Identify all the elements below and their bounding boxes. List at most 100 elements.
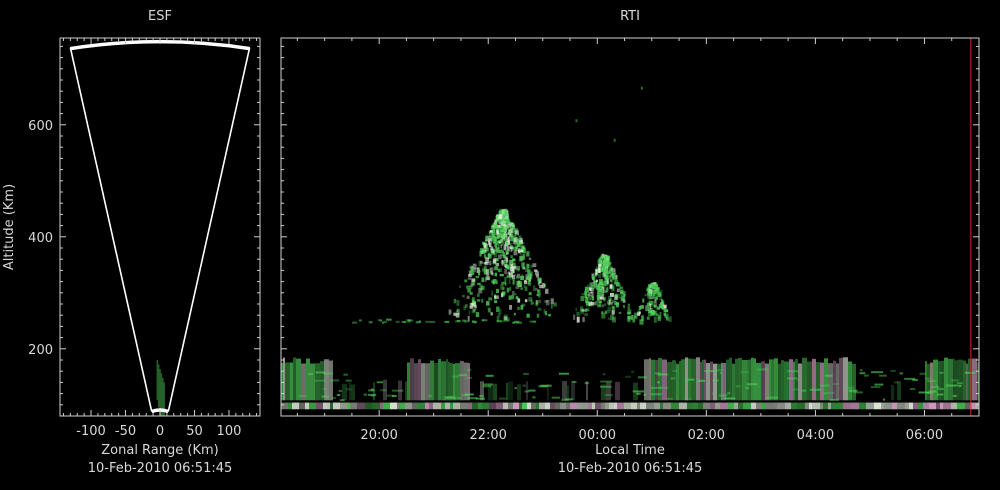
rti-plume-echo: [532, 263, 537, 268]
rti-echo-streak: [522, 384, 526, 387]
rti-echo-column: [774, 358, 778, 401]
rti-plume-echo: [537, 307, 542, 311]
rti-echo-column: [301, 363, 306, 401]
rti-plume-echo: [456, 299, 460, 306]
rti-echo-streak: [953, 394, 957, 397]
rti-echo-bottom-band: [631, 402, 637, 410]
rti-plume-echo: [467, 277, 472, 280]
rti-echo-column: [944, 357, 948, 401]
rti-echo-streak: [458, 374, 468, 377]
rti-echo-bottom-band: [743, 402, 751, 410]
rti-echo-bottom-band: [445, 402, 450, 410]
rti-plume-echo: [510, 249, 513, 253]
rti-plume-echo: [606, 269, 610, 274]
rti-echo-streak: [819, 384, 830, 387]
rti-echo-streak: [523, 372, 529, 375]
rti-echo-column: [778, 363, 781, 401]
rti-plume-echo: [614, 293, 618, 298]
rti-plume-echo: [464, 279, 468, 283]
rti-plume-echo: [491, 290, 494, 297]
rti-plume-echo: [503, 314, 508, 318]
rti-plume-echo: [598, 273, 602, 278]
rti-echo-column: [508, 381, 513, 401]
rti-plume-echo: [499, 273, 504, 277]
rti-echo-bottom-band: [965, 402, 970, 410]
rti-echo-bottom-band: [640, 402, 646, 410]
rti-speck: [613, 138, 616, 142]
rti-echo-streak: [659, 386, 669, 389]
rti-echo-streak: [483, 383, 493, 386]
rti-plume-echo: [607, 276, 612, 280]
rti-plume-echo: [627, 315, 632, 320]
esf-echo: [162, 377, 164, 416]
rti-echo-bottom-band: [929, 402, 936, 410]
rti-echo-column: [672, 360, 676, 401]
rti-layer-echo: [482, 319, 488, 322]
rti-echo-streak: [636, 392, 641, 395]
rti-echo-bottom-band: [940, 402, 943, 410]
rti-echo-bottom-band: [330, 402, 333, 410]
rti-echo-streak: [893, 381, 899, 384]
rti-echo-streak: [524, 390, 530, 393]
rti-plume-echo: [511, 258, 516, 264]
rti-echo-bottom-band: [710, 402, 715, 410]
rti-plume-echo: [490, 267, 494, 272]
rti-plume-echo: [603, 281, 607, 286]
rti-plume-echo: [500, 293, 504, 298]
rti-plume-echo: [508, 279, 511, 284]
rti-echo-bottom-band: [943, 402, 951, 410]
esf-timestamp: 10-Feb-2010 06:51:45: [88, 461, 233, 476]
rti-echo-streak: [428, 394, 432, 397]
rti-plume-echo: [469, 292, 473, 295]
rti-echo-bottom-band: [522, 402, 527, 410]
esf-y-axis-label: Altitude (Km): [2, 184, 17, 270]
rti-echo-streak: [376, 381, 384, 384]
rti-plume-echo: [514, 230, 520, 236]
rti-plume-echo: [509, 246, 514, 250]
rti-plume-echo: [486, 301, 490, 306]
rti-echo-bottom-band: [536, 402, 539, 410]
rti-plume-echo: [526, 313, 530, 318]
rti-echo-column: [963, 360, 966, 401]
rti-echo-column: [852, 363, 856, 401]
rti-layer-echo: [401, 321, 404, 324]
rti-plume-echo: [542, 282, 545, 289]
rti-plume-echo: [632, 317, 636, 323]
rti-echo-streak: [475, 397, 485, 400]
rti-plume-echo: [523, 280, 528, 285]
rti-echo-streak: [937, 388, 944, 391]
rti-echo-column: [571, 380, 575, 401]
rti-echo-bottom-band: [624, 402, 631, 410]
rti-echo-column: [649, 358, 651, 401]
rti-echo-column: [606, 381, 611, 401]
rti-plume-echo: [472, 263, 477, 270]
rti-layer-echo: [384, 320, 387, 323]
rti-echo-streak: [651, 393, 662, 396]
rti-plume-echo: [521, 305, 524, 309]
rti-echo-column: [784, 361, 789, 401]
rti-plume-echo: [641, 315, 644, 321]
rti-echo-column: [293, 357, 296, 401]
rti-echo-streak: [874, 383, 884, 386]
rti-plume-echo: [502, 250, 505, 253]
rti-echo-column: [615, 381, 620, 401]
rti-echo-bottom-band: [646, 402, 654, 410]
esf-x-tick-label: -100: [76, 424, 106, 439]
rti-echo-bottom-band: [731, 402, 734, 410]
rti-plume-echo: [528, 257, 532, 260]
rti-echo-bottom-band: [592, 402, 595, 410]
rti-echo-bottom-band: [425, 402, 429, 410]
rti-echo-column: [493, 383, 497, 401]
rti-plume-echo: [598, 263, 602, 268]
rti-echo-column: [812, 358, 816, 401]
rti-echo-streak: [909, 387, 916, 390]
rti-plume-echo: [505, 249, 508, 254]
rti-plume-echo: [604, 303, 607, 307]
rti-plume-echo: [508, 229, 512, 235]
rti-plume-echo: [599, 282, 603, 286]
esf-plot-area: [69, 39, 251, 416]
rti-echo-bottom-band: [605, 402, 609, 410]
rti-echo-streak: [297, 394, 307, 397]
rti-echo-column: [448, 362, 450, 401]
rti-echo-column: [925, 361, 927, 401]
